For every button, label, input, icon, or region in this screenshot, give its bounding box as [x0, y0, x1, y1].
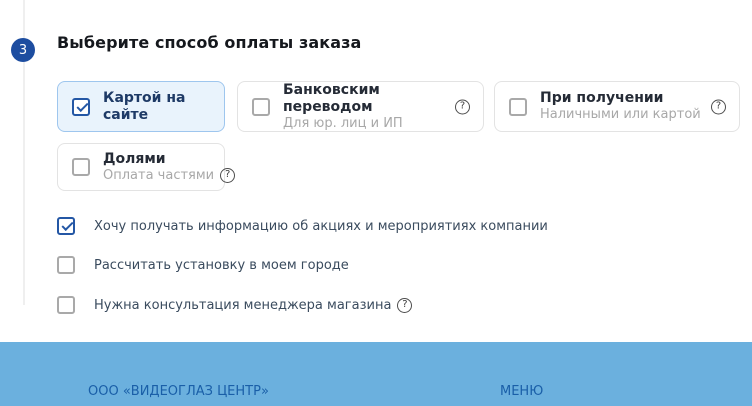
checkbox-installation-quote[interactable]: [57, 256, 75, 274]
step-number: 3: [18, 42, 28, 58]
payment-option-sublabel: Наличными или картой: [540, 107, 701, 123]
checkbox-promo-info[interactable]: [57, 217, 75, 235]
footer-company-name: ООО «ВИДЕОГЛАЗ ЦЕНТР»: [88, 384, 269, 399]
payment-option-card-installments[interactable]: Долями Оплата частями ?: [57, 143, 236, 191]
checkbox-manager-consult[interactable]: [57, 296, 75, 314]
payment-option-card-on-delivery[interactable]: При получении Наличными или картой ?: [494, 81, 740, 132]
footer-menu-heading: МЕНЮ: [500, 384, 544, 399]
payment-option-card-online[interactable]: Картой на сайте: [57, 81, 225, 132]
payment-option-label: Картой на сайте: [103, 89, 186, 123]
help-icon[interactable]: ?: [455, 99, 470, 114]
payment-option-card-bank-transfer[interactable]: Банковским переводом Для юр. лиц и ИП ?: [237, 81, 484, 132]
step-number-badge: 3: [11, 38, 35, 62]
section-title: Выберите способ оплаты заказа: [57, 33, 362, 52]
payment-option-sublabel: Оплата частями: [103, 167, 215, 183]
checkbox-row-promo-info[interactable]: Хочу получать информацию об акциях и мер…: [57, 217, 548, 235]
checkbox-installments[interactable]: [72, 158, 90, 176]
checkbox-label: Рассчитать установку в моем городе: [94, 257, 349, 273]
payment-option-label: Банковским переводом: [283, 81, 380, 115]
checkbox-label: Хочу получать информацию об акциях и мер…: [94, 218, 548, 234]
checkbox-pay-online[interactable]: [72, 97, 90, 116]
payment-option-label: Долями: [103, 150, 166, 167]
checkbox-row-manager-consult[interactable]: Нужна консультация менеджера магазина ?: [57, 296, 413, 314]
checkbox-on-delivery[interactable]: [509, 97, 527, 116]
help-icon[interactable]: ?: [711, 99, 726, 114]
payment-option-sublabel: Для юр. лиц и ИП: [283, 115, 403, 131]
checkbox-row-installation-quote[interactable]: Рассчитать установку в моем городе: [57, 256, 349, 274]
checkout-payment-section: 3 Выберите способ оплаты заказа Картой н…: [0, 0, 752, 406]
help-icon[interactable]: ?: [220, 167, 236, 183]
checkbox-label: Нужна консультация менеджера магазина: [94, 297, 392, 313]
help-icon[interactable]: ?: [397, 297, 413, 313]
payment-option-label: При получении: [540, 90, 664, 107]
page-footer: ООО «ВИДЕОГЛАЗ ЦЕНТР» МЕНЮ: [0, 342, 752, 406]
checkbox-bank-transfer[interactable]: [252, 97, 270, 116]
